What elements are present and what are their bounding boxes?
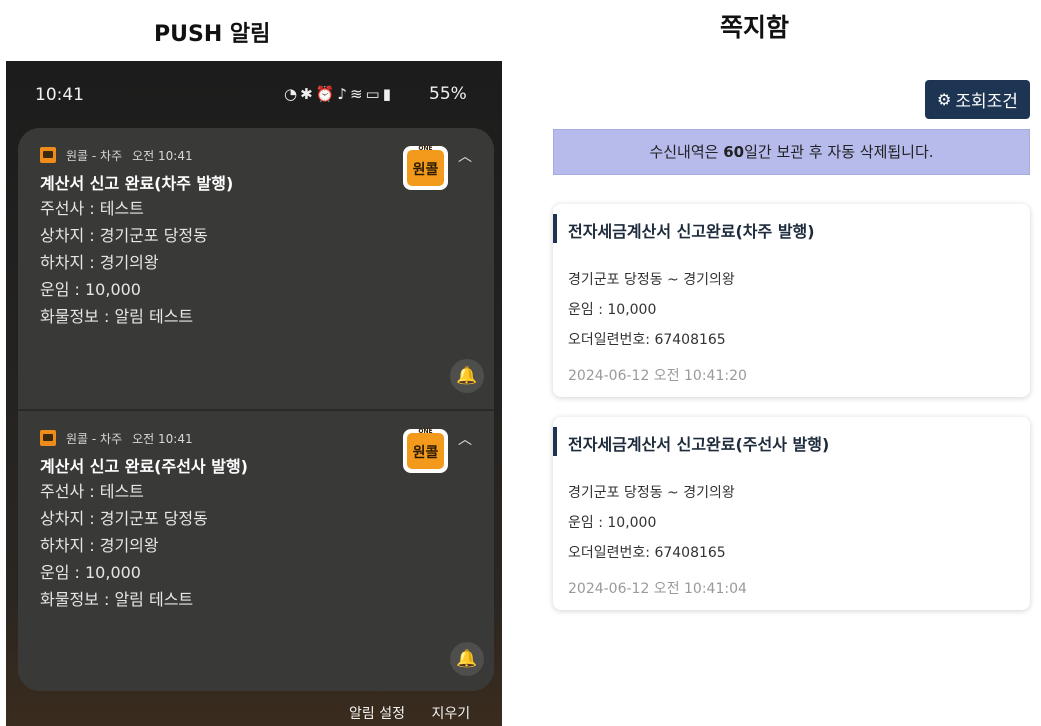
app-icon-text: 원콜 <box>412 445 439 461</box>
title-accent-bar <box>553 427 557 456</box>
filter-button[interactable]: ⚙ 조회조건 <box>925 80 1030 119</box>
notification-line: 화물정보 : 알림 테스트 <box>40 590 194 609</box>
app-icon-text: 원콜 <box>412 162 439 178</box>
notification-time: 오전 10:41 <box>132 431 193 446</box>
notice-days: 60 <box>723 143 745 161</box>
bluetooth-icon: ✱ <box>300 85 316 103</box>
retention-notice: 수신내역은 60일간 보관 후 자동 삭제됩니다. <box>553 129 1030 175</box>
timer-icon: ◔ <box>284 85 301 103</box>
message-card[interactable]: 전자세금계산서 신고완료(주선사 발행) 경기군포 당정동 ~ 경기의왕 운임 … <box>553 417 1030 610</box>
status-bar: 10:41 ◔✱⏰♪≋▭▮ 55% <box>6 61 502 125</box>
app-icon-small-text: ONE <box>418 145 433 152</box>
message-order: 오더일련번호: 67408165 <box>568 545 726 561</box>
notification-title: 계산서 신고 완료(차주 발행) <box>40 174 234 193</box>
bell-icon[interactable]: 🔔 <box>450 642 484 676</box>
inbox-section-title: 쪽지함 <box>720 13 790 42</box>
message-card[interactable]: 전자세금계산서 신고완료(차주 발행) 경기군포 당정동 ~ 경기의왕 운임 :… <box>553 204 1030 397</box>
notification-group: 원콜 - 차주 오전 10:41 계산서 신고 완료(차주 발행) 주선사 : … <box>18 128 494 691</box>
app-small-icon <box>40 430 56 446</box>
message-date: 2024-06-12 오전 10:41:20 <box>568 368 747 384</box>
message-title: 전자세금계산서 신고완료(주선사 발행) <box>568 435 830 454</box>
bell-icon[interactable]: 🔔 <box>450 359 484 393</box>
notification-header: 원콜 - 차주 오전 10:41 <box>40 429 193 447</box>
notice-text-pre: 수신내역은 <box>649 143 724 161</box>
notification-card[interactable]: 원콜 - 차주 오전 10:41 계산서 신고 완료(차주 발행) 주선사 : … <box>18 128 494 409</box>
app-icon: ONE 원콜 <box>403 145 448 190</box>
notification-settings-button[interactable]: 알림 설정 <box>349 706 405 722</box>
status-icons: ◔✱⏰♪≋▭▮ <box>284 85 394 103</box>
phone-screen: 10:41 ◔✱⏰♪≋▭▮ 55% 원콜 - 차주 오전 10:41 계산서 신… <box>6 61 502 726</box>
message-fare: 운임 : 10,000 <box>568 515 657 531</box>
notification-line: 주선사 : 테스트 <box>40 199 144 218</box>
message-route: 경기군포 당정동 ~ 경기의왕 <box>568 272 735 288</box>
notification-line: 하차지 : 경기의왕 <box>40 536 159 555</box>
notification-line: 주선사 : 테스트 <box>40 482 144 501</box>
app-icon-small-text: ONE <box>418 428 433 435</box>
chevron-up-icon[interactable]: ︿ <box>458 429 472 448</box>
app-small-icon <box>40 147 56 163</box>
notification-card[interactable]: 원콜 - 차주 오전 10:41 계산서 신고 완료(주선사 발행) 주선사 :… <box>18 411 494 691</box>
hd-icon: ▭ <box>365 85 383 103</box>
message-order: 오더일련번호: 67408165 <box>568 332 726 348</box>
message-date: 2024-06-12 오전 10:41:04 <box>568 581 747 597</box>
clear-button[interactable]: 지우기 <box>431 706 470 722</box>
push-section-title: PUSH 알림 <box>154 22 271 47</box>
notification-line: 운임 : 10,000 <box>40 563 141 582</box>
wifi-icon: ≋ <box>349 85 366 103</box>
title-accent-bar <box>553 214 557 243</box>
filter-button-label: 조회조건 <box>955 92 1018 112</box>
alarm-icon: ⏰ <box>315 85 338 103</box>
notice-text-post: 일간 보관 후 자동 삭제됩니다. <box>744 143 934 161</box>
message-route: 경기군포 당정동 ~ 경기의왕 <box>568 485 735 501</box>
app-name: 원콜 - 차주 <box>66 148 123 163</box>
app-name: 원콜 - 차주 <box>66 431 123 446</box>
notification-line: 운임 : 10,000 <box>40 280 141 299</box>
notification-time: 오전 10:41 <box>132 148 193 163</box>
message-fare: 운임 : 10,000 <box>568 302 657 318</box>
signal-icon: ▮ <box>382 85 394 103</box>
mute-icon: ♪ <box>337 85 350 103</box>
notification-actions: 알림 설정 지우기 <box>349 703 492 723</box>
notification-line: 상차지 : 경기군포 당정동 <box>40 226 208 245</box>
battery-level: 55% <box>429 84 467 104</box>
status-time: 10:41 <box>35 85 84 105</box>
app-icon: ONE 원콜 <box>403 428 448 473</box>
message-title: 전자세금계산서 신고완료(차주 발행) <box>568 222 815 241</box>
notification-line: 상차지 : 경기군포 당정동 <box>40 509 208 528</box>
notification-header: 원콜 - 차주 오전 10:41 <box>40 146 193 164</box>
notification-title: 계산서 신고 완료(주선사 발행) <box>40 457 248 476</box>
chevron-up-icon[interactable]: ︿ <box>458 146 472 165</box>
gear-icon: ⚙ <box>937 90 952 109</box>
notification-line: 하차지 : 경기의왕 <box>40 253 159 272</box>
notification-line: 화물정보 : 알림 테스트 <box>40 307 194 326</box>
